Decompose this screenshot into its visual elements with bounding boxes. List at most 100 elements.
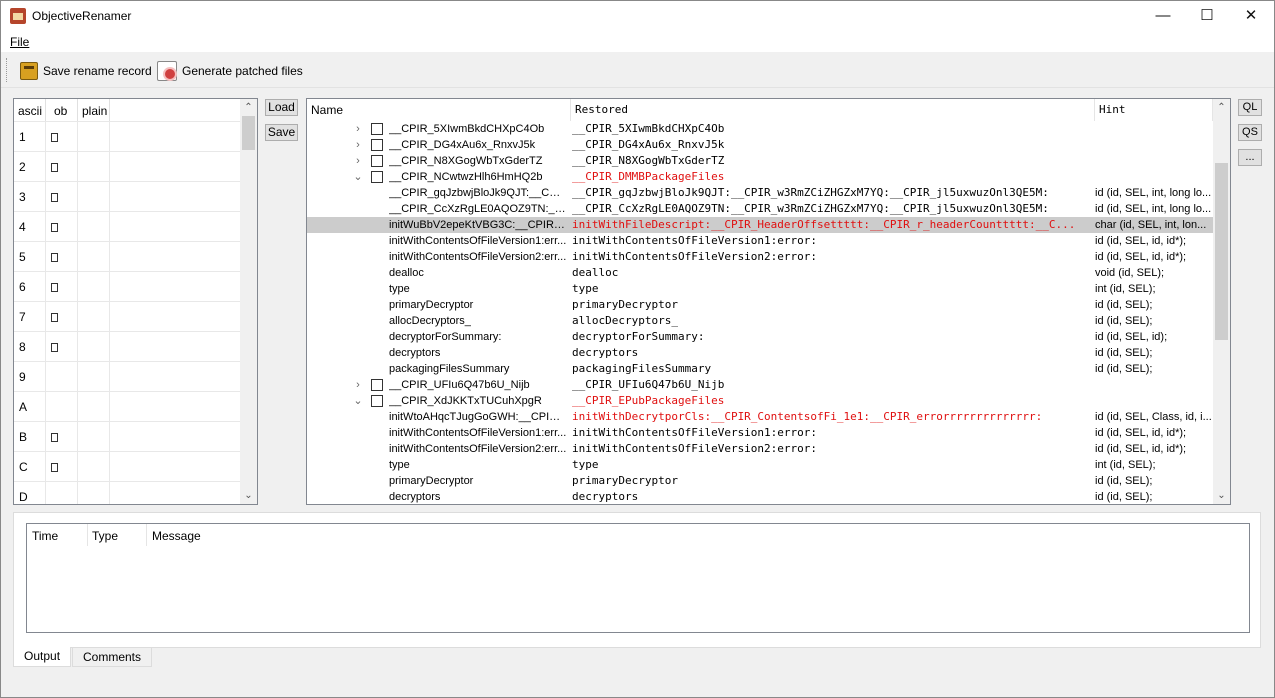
- ob-cell[interactable]: [46, 362, 78, 392]
- row-checkbox[interactable]: [371, 395, 383, 407]
- ob-cell[interactable]: [46, 332, 78, 362]
- ascii-table-row[interactable]: C: [14, 451, 242, 482]
- ob-cell[interactable]: [46, 182, 78, 212]
- ob-checkbox[interactable]: [51, 343, 58, 353]
- ascii-cell[interactable]: 3: [14, 182, 46, 212]
- plain-cell[interactable]: [78, 392, 110, 422]
- tree-row[interactable]: initWithContentsOfFileVersion2:err... ini…: [307, 441, 1213, 457]
- tree-scrollbar[interactable]: ⌃ ⌄: [1213, 99, 1230, 504]
- time-col-header[interactable]: Time: [32, 529, 58, 543]
- tree-row[interactable]: primaryDecryptor primaryDecryptor id (id, …: [307, 473, 1213, 489]
- tree-row[interactable]: initWtoAHqcTJugGoGWH:__CPIR_... initWithD…: [307, 409, 1213, 425]
- tree-row[interactable]: ⌄ __CPIR_NCwtwzHlh6HmHQ2b __CPIR_DMMBPacka…: [307, 169, 1213, 185]
- ascii-cell[interactable]: D: [14, 482, 46, 504]
- plain-cell[interactable]: [78, 242, 110, 272]
- ob-checkbox[interactable]: [51, 433, 58, 443]
- ascii-cell[interactable]: B: [14, 422, 46, 452]
- ascii-table-row[interactable]: A: [14, 391, 242, 422]
- ob-cell[interactable]: [46, 452, 78, 482]
- plain-cell[interactable]: [78, 332, 110, 362]
- save-button[interactable]: Save: [265, 124, 298, 141]
- scroll-down-icon[interactable]: ⌄: [1213, 487, 1230, 504]
- ascii-table-row[interactable]: 6: [14, 271, 242, 302]
- tree-row[interactable]: decryptors decryptors id (id, SEL);: [307, 345, 1213, 361]
- tree-row[interactable]: › __CPIR_N8XGogWbTxGderTZ __CPIR_N8XGogWbT…: [307, 153, 1213, 169]
- ob-col-header[interactable]: ob: [46, 99, 78, 123]
- ascii-cell[interactable]: 8: [14, 332, 46, 362]
- generate-patched-files-button[interactable]: Generate patched files: [157, 58, 303, 83]
- ob-cell[interactable]: [46, 212, 78, 242]
- plain-cell[interactable]: [78, 122, 110, 152]
- minimize-button[interactable]: —: [1140, 1, 1186, 31]
- ascii-table-row[interactable]: 7: [14, 301, 242, 332]
- chevron-right-icon[interactable]: ›: [353, 137, 363, 153]
- ob-checkbox[interactable]: [51, 463, 58, 473]
- tree-row[interactable]: packagingFilesSummary packagingFilesSumma…: [307, 361, 1213, 377]
- scroll-thumb[interactable]: [242, 116, 255, 150]
- ob-checkbox[interactable]: [51, 193, 58, 203]
- ascii-scrollbar[interactable]: ⌃ ⌄: [240, 99, 257, 504]
- tree-row[interactable]: initWithContentsOfFileVersion2:err... ini…: [307, 249, 1213, 265]
- ob-cell[interactable]: [46, 272, 78, 302]
- save-rename-record-button[interactable]: Save rename record: [20, 58, 152, 83]
- ob-checkbox[interactable]: [51, 133, 58, 143]
- plain-cell[interactable]: [78, 302, 110, 332]
- ascii-table-row[interactable]: 9: [14, 361, 242, 392]
- chevron-right-icon[interactable]: ›: [353, 153, 363, 169]
- message-col-header[interactable]: Message: [152, 529, 201, 543]
- tree-row[interactable]: › __CPIR_DG4xAu6x_RnxvJ5k __CPIR_DG4xAu6x_…: [307, 137, 1213, 153]
- toolbar-grip[interactable]: [6, 58, 9, 82]
- name-col-header[interactable]: Name: [307, 99, 571, 121]
- plain-cell[interactable]: [78, 152, 110, 182]
- plain-cell[interactable]: [78, 212, 110, 242]
- close-button[interactable]: ✕: [1228, 1, 1274, 31]
- plain-cell[interactable]: [78, 362, 110, 392]
- ascii-cell[interactable]: 6: [14, 272, 46, 302]
- tree-row[interactable]: ⌄ __CPIR_XdJKKTxTUCuhXpgR __CPIR_EPubPacka…: [307, 393, 1213, 409]
- tree-row[interactable]: type type int (id, SEL);: [307, 281, 1213, 297]
- ascii-table-row[interactable]: 3: [14, 181, 242, 212]
- ascii-cell[interactable]: 1: [14, 122, 46, 152]
- more-button[interactable]: ...: [1238, 149, 1262, 166]
- row-checkbox[interactable]: [371, 155, 383, 167]
- ascii-cell[interactable]: 7: [14, 302, 46, 332]
- tree-row[interactable]: initWuBbV2epeKtVBG3C:__CPIR_... initWithF…: [307, 217, 1213, 233]
- chevron-right-icon[interactable]: ›: [353, 121, 363, 137]
- ascii-cell[interactable]: 9: [14, 362, 46, 392]
- tab-comments[interactable]: Comments: [72, 647, 153, 667]
- restored-col-header[interactable]: Restored: [571, 99, 1095, 121]
- chevron-down-icon[interactable]: ⌄: [353, 393, 363, 409]
- chevron-right-icon[interactable]: ›: [353, 377, 363, 393]
- plain-cell[interactable]: [78, 182, 110, 212]
- plain-cell[interactable]: [78, 272, 110, 302]
- scroll-down-icon[interactable]: ⌄: [240, 487, 257, 504]
- ob-checkbox[interactable]: [51, 313, 58, 323]
- row-checkbox[interactable]: [371, 139, 383, 151]
- plain-cell[interactable]: [78, 482, 110, 504]
- tree-row[interactable]: › __CPIR_5XIwmBkdCHXpC4Ob __CPIR_5XIwmBkdC…: [307, 121, 1213, 137]
- tab-output[interactable]: Output: [13, 647, 72, 667]
- ascii-table-row[interactable]: 2: [14, 151, 242, 182]
- plain-cell[interactable]: [78, 422, 110, 452]
- ob-cell[interactable]: [46, 152, 78, 182]
- ob-cell[interactable]: [46, 122, 78, 152]
- row-checkbox[interactable]: [371, 379, 383, 391]
- ascii-table-row[interactable]: 5: [14, 241, 242, 272]
- ascii-cell[interactable]: A: [14, 392, 46, 422]
- tree-row[interactable]: decryptors decryptors id (id, SEL);: [307, 489, 1213, 504]
- ascii-cell[interactable]: 5: [14, 242, 46, 272]
- tree-row[interactable]: __CPIR_CcXzRgLE0AQOZ9TN:__C... __CPIR_CcX…: [307, 201, 1213, 217]
- ob-checkbox[interactable]: [51, 283, 58, 293]
- ql-button[interactable]: QL: [1238, 99, 1262, 116]
- ob-checkbox[interactable]: [51, 253, 58, 263]
- hint-col-header[interactable]: Hint: [1095, 99, 1213, 121]
- scroll-up-icon[interactable]: ⌃: [240, 99, 257, 116]
- scroll-thumb[interactable]: [1215, 163, 1228, 340]
- qs-button[interactable]: QS: [1238, 124, 1262, 141]
- tree-row[interactable]: allocDecryptors_ allocDecryptors_ id (id, …: [307, 313, 1213, 329]
- tree-row[interactable]: › __CPIR_UFIu6Q47b6U_Nijb __CPIR_UFIu6Q47b…: [307, 377, 1213, 393]
- ascii-table-row[interactable]: 1: [14, 121, 242, 152]
- ascii-cell[interactable]: C: [14, 452, 46, 482]
- ob-cell[interactable]: [46, 242, 78, 272]
- ob-cell[interactable]: [46, 392, 78, 422]
